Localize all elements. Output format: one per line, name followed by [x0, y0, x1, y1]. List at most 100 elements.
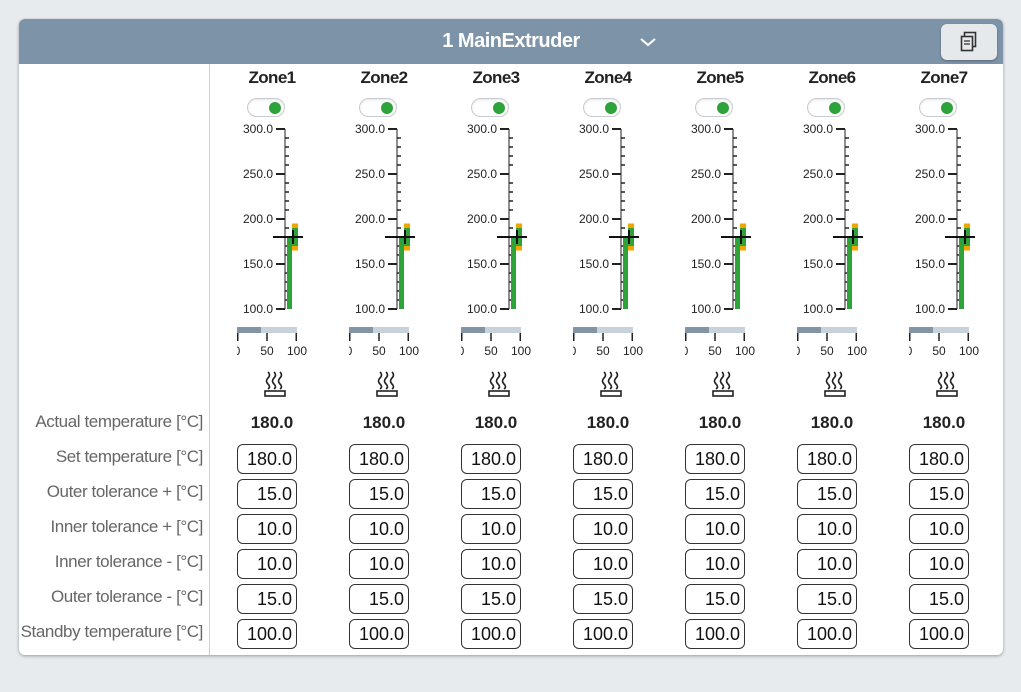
- gauge-scale-label: 200.0: [243, 212, 273, 226]
- gauge-scale-label: 300.0: [467, 122, 497, 136]
- gauge-scale-label: 300.0: [579, 122, 609, 136]
- inner-tolerance-minus-field[interactable]: 10.0: [909, 549, 969, 579]
- outer-tolerance-minus-field[interactable]: 15.0: [349, 584, 409, 614]
- zone-enable-toggle[interactable]: [695, 98, 733, 117]
- temperature-gauge: 300.0 250.0 200.0 150.0 100.0 0 50 100: [349, 122, 419, 358]
- standby-temperature-field[interactable]: 100.0: [685, 619, 745, 649]
- zone-column: Zone4 300.0 250.0 200.0 150.0 100.0 0 50 100 180.…: [573, 64, 685, 655]
- zone-enable-toggle[interactable]: [471, 98, 509, 117]
- inner-tolerance-minus-field[interactable]: 10.0: [349, 549, 409, 579]
- power-scale-label: 0: [461, 344, 465, 358]
- gauge-scale-label: 250.0: [467, 167, 497, 181]
- zone-name: Zone3: [472, 68, 520, 87]
- zone-name: Zone7: [920, 68, 968, 87]
- outer-tolerance-minus-field[interactable]: 15.0: [573, 584, 633, 614]
- clipboard-copy-icon: [960, 31, 977, 52]
- gauge-scale-label: 200.0: [467, 212, 497, 226]
- inner-tolerance-minus-field[interactable]: 10.0: [237, 549, 297, 579]
- set-temperature-field[interactable]: 180.0: [349, 444, 409, 474]
- inner-tolerance-minus-field[interactable]: 10.0: [685, 549, 745, 579]
- zone-enable-toggle[interactable]: [807, 98, 845, 117]
- standby-temperature-field[interactable]: 100.0: [797, 619, 857, 649]
- standby-temperature-field[interactable]: 100.0: [349, 619, 409, 649]
- outer-tolerance-plus-field[interactable]: 15.0: [685, 479, 745, 509]
- gauge-scale-label: 200.0: [579, 212, 609, 226]
- zone-name: Zone6: [808, 68, 856, 87]
- set-temperature-field[interactable]: 180.0: [685, 444, 745, 474]
- toggle-knob: [717, 102, 729, 114]
- inner-tolerance-plus-field[interactable]: 10.0: [573, 514, 633, 544]
- toggle-knob: [829, 102, 841, 114]
- actual-temperature-bar: [511, 237, 516, 309]
- standby-temperature-field[interactable]: 100.0: [909, 619, 969, 649]
- gauge-scale-label: 250.0: [355, 167, 385, 181]
- inner-tolerance-plus-field[interactable]: 10.0: [461, 514, 521, 544]
- panel-title: 1 MainExtruder: [442, 30, 580, 52]
- set-temperature-field[interactable]: 180.0: [237, 444, 297, 474]
- outer-tolerance-minus-field[interactable]: 15.0: [797, 584, 857, 614]
- power-scale-label: 0: [237, 344, 241, 358]
- inner-tolerance-minus-field[interactable]: 10.0: [461, 549, 521, 579]
- gauge-scale-label: 150.0: [243, 257, 273, 271]
- power-scale-label: 0: [797, 344, 801, 358]
- inner-tolerance-minus-label: Inner tolerance - [°C]: [54, 552, 204, 571]
- set-temperature-field[interactable]: 180.0: [461, 444, 521, 474]
- power-scale-label: 0: [349, 344, 353, 358]
- zone-enable-toggle[interactable]: [247, 98, 285, 117]
- toggle-knob: [605, 102, 617, 114]
- set-temperature-field[interactable]: 180.0: [573, 444, 633, 474]
- inner-tolerance-plus-field[interactable]: 10.0: [349, 514, 409, 544]
- temperature-gauge: 300.0 250.0 200.0 150.0 100.0 0 50 100: [909, 122, 979, 358]
- gauge-scale-label: 200.0: [691, 212, 721, 226]
- temperature-gauge: 300.0 250.0 200.0 150.0 100.0 0 50 100: [237, 122, 307, 358]
- outer-tolerance-minus-field[interactable]: 15.0: [685, 584, 745, 614]
- zone-name: Zone4: [584, 68, 632, 87]
- gauge-scale-label: 100.0: [579, 302, 609, 316]
- gauge-scale-label: 300.0: [691, 122, 721, 136]
- set-temperature-field[interactable]: 180.0: [797, 444, 857, 474]
- chevron-down-icon[interactable]: [639, 33, 657, 51]
- zone-enable-toggle[interactable]: [359, 98, 397, 117]
- gauge-scale-label: 300.0: [243, 122, 273, 136]
- inner-tolerance-plus-field[interactable]: 10.0: [797, 514, 857, 544]
- outer-tolerance-plus-field[interactable]: 15.0: [237, 479, 297, 509]
- power-scale-label: 100: [735, 344, 755, 358]
- inner-tolerance-plus-field[interactable]: 10.0: [685, 514, 745, 544]
- toggle-knob: [493, 102, 505, 114]
- standby-temperature-field[interactable]: 100.0: [573, 619, 633, 649]
- gauge-scale-label: 100.0: [243, 302, 273, 316]
- gauge-scale-label: 250.0: [803, 167, 833, 181]
- outer-tolerance-minus-label: Outer tolerance - [°C]: [50, 587, 203, 606]
- gauge-scale-label: 200.0: [803, 212, 833, 226]
- outer-tolerance-plus-field[interactable]: 15.0: [573, 479, 633, 509]
- copy-button[interactable]: [941, 24, 997, 60]
- zone-enable-toggle[interactable]: [919, 98, 957, 117]
- heating-power-fill: [573, 327, 597, 333]
- set-temperature-field[interactable]: 180.0: [909, 444, 969, 474]
- inner-tolerance-minus-field[interactable]: 10.0: [797, 549, 857, 579]
- standby-temperature-field[interactable]: 100.0: [237, 619, 297, 649]
- heating-power-fill: [461, 327, 485, 333]
- outer-tolerance-minus-field[interactable]: 15.0: [909, 584, 969, 614]
- inner-tolerance-plus-field[interactable]: 10.0: [237, 514, 297, 544]
- outer-tolerance-plus-field[interactable]: 15.0: [909, 479, 969, 509]
- outer-tolerance-plus-field[interactable]: 15.0: [349, 479, 409, 509]
- inner-tolerance-minus-field[interactable]: 10.0: [573, 549, 633, 579]
- outer-tolerance-plus-field[interactable]: 15.0: [797, 479, 857, 509]
- outer-tolerance-plus-field[interactable]: 15.0: [461, 479, 521, 509]
- gauge-scale-label: 250.0: [915, 167, 945, 181]
- gauge-scale-label: 300.0: [803, 122, 833, 136]
- outer-tolerance-minus-field[interactable]: 15.0: [461, 584, 521, 614]
- actual-temperature-bar: [287, 237, 292, 309]
- gauge-scale-label: 100.0: [467, 302, 497, 316]
- standby-temperature-field[interactable]: 100.0: [461, 619, 521, 649]
- zone-column: Zone7 300.0 250.0 200.0 150.0 100.0 0 50 100 180.…: [909, 64, 1003, 655]
- heater-icon: [712, 371, 734, 397]
- power-scale-label: 50: [484, 344, 498, 358]
- inner-tolerance-plus-field[interactable]: 10.0: [909, 514, 969, 544]
- panel-header[interactable]: 1 MainExtruder: [19, 19, 1003, 64]
- zone-name: Zone5: [696, 68, 744, 87]
- temperature-gauge: 300.0 250.0 200.0 150.0 100.0 0 50 100: [461, 122, 531, 358]
- zone-enable-toggle[interactable]: [583, 98, 621, 117]
- outer-tolerance-minus-field[interactable]: 15.0: [237, 584, 297, 614]
